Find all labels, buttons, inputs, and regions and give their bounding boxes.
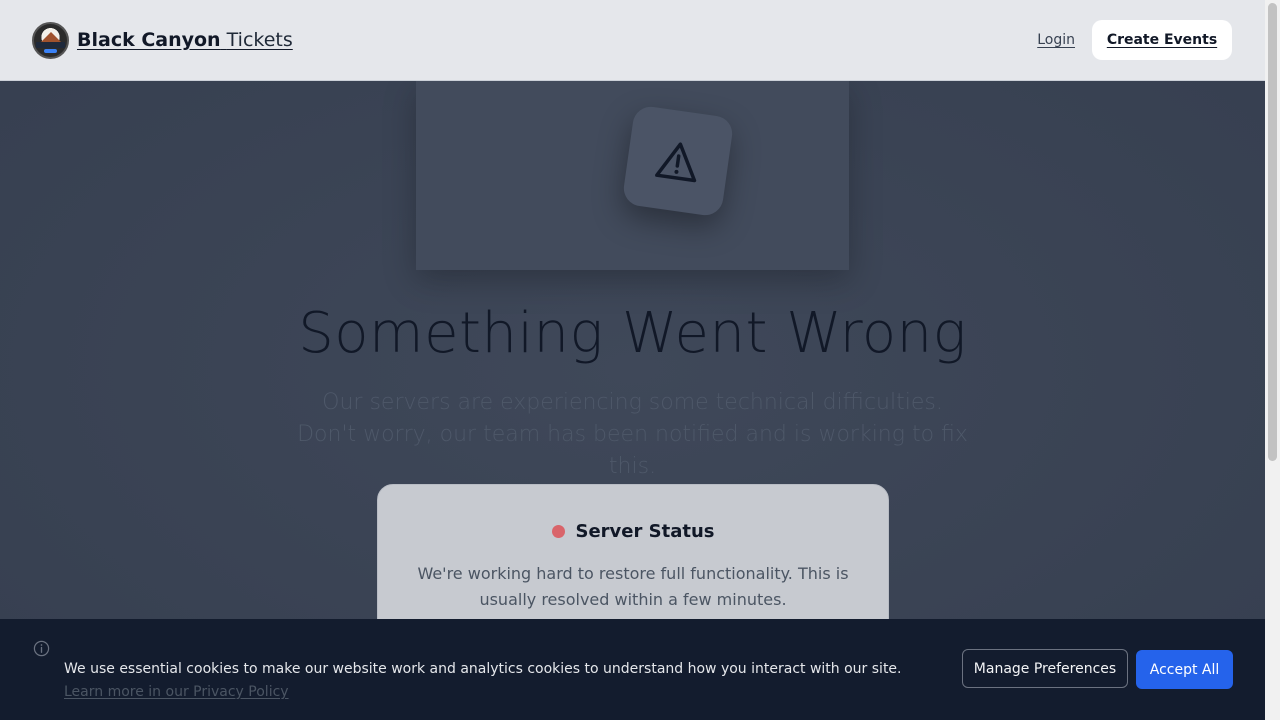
- status-indicator-icon: [551, 525, 565, 538]
- header-nav: Login Create Events: [1037, 20, 1232, 60]
- warning-triangle-icon: [655, 142, 697, 183]
- manage-preferences-button[interactable]: Manage Preferences: [962, 649, 1128, 688]
- status-description: We're working hard to restore full funct…: [417, 564, 849, 609]
- site-header: Black Canyon Tickets Login Create Events: [0, 0, 1265, 81]
- brand-name-light: Tickets: [226, 29, 293, 51]
- cookie-message: We use essential cookies to make our web…: [64, 658, 934, 704]
- status-title: Server Status: [575, 521, 715, 542]
- brand-name-bold: Black Canyon: [77, 29, 221, 51]
- brand-link[interactable]: Black Canyon Tickets: [32, 21, 293, 59]
- create-events-button[interactable]: Create Events: [1092, 20, 1232, 60]
- error-illustration: [416, 81, 849, 270]
- info-icon: [33, 640, 50, 657]
- warning-tile: [621, 104, 735, 218]
- scrollbar[interactable]: [1265, 0, 1280, 720]
- black-canyon-logo-icon: [32, 21, 69, 59]
- cookie-banner: We use essential cookies to make our web…: [0, 619, 1265, 720]
- scrollbar-thumb[interactable]: [1268, 3, 1277, 461]
- page-title: Something Went Wrong: [298, 301, 967, 366]
- privacy-policy-link[interactable]: Learn more in our Privacy Policy: [64, 684, 289, 700]
- cookie-text: We use essential cookies to make our web…: [64, 661, 902, 677]
- page-subtitle: Our servers are experiencing some techni…: [297, 390, 968, 479]
- login-link[interactable]: Login: [1037, 32, 1075, 48]
- accept-all-button[interactable]: Accept All: [1136, 650, 1233, 689]
- brand-name: Black Canyon Tickets: [77, 29, 293, 51]
- status-header: Server Status: [378, 521, 888, 542]
